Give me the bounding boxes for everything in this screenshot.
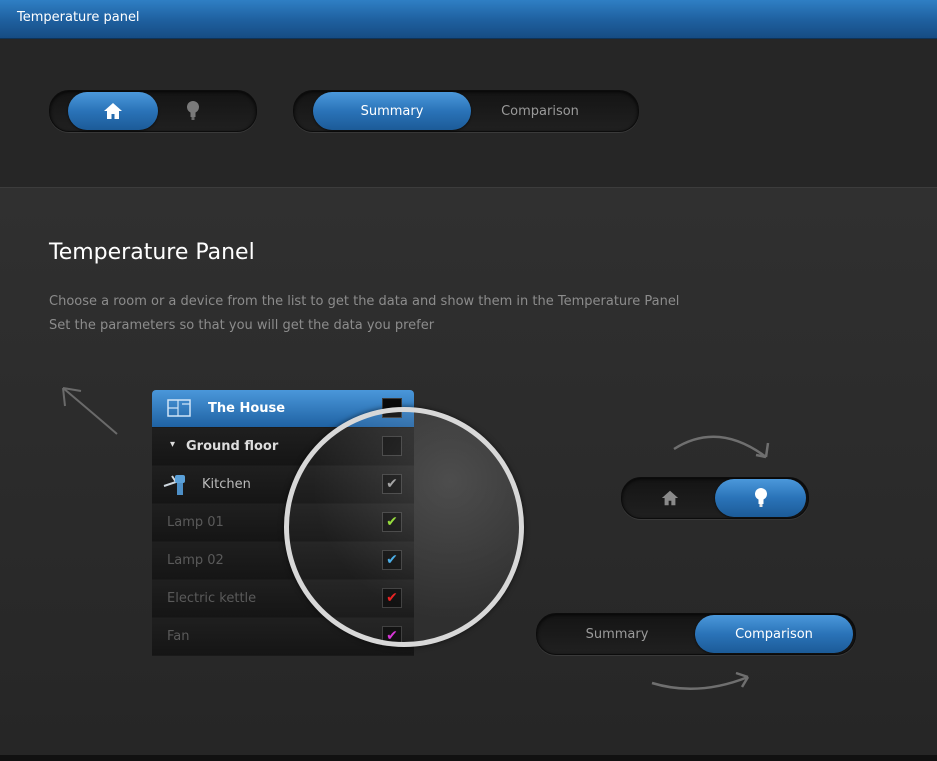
example-summary-tab: Summary xyxy=(585,626,649,642)
comparison-tab[interactable]: Comparison xyxy=(472,92,608,130)
bulb-icon xyxy=(754,488,767,507)
example-device-button xyxy=(715,479,806,517)
example-mode-toggle: Summary Comparison xyxy=(536,613,856,655)
content-area xyxy=(0,188,937,755)
list-item-house: The House xyxy=(152,390,414,428)
chevron-down-icon: ▾ xyxy=(170,439,176,450)
example-comparison-tab: Comparison xyxy=(695,615,853,653)
description-line-1: Choose a room or a device from the list … xyxy=(49,294,680,309)
list-item-device: Lamp 01 ✔ xyxy=(152,504,414,542)
bottom-border xyxy=(0,755,937,761)
device-view-button[interactable] xyxy=(168,92,218,130)
list-item-device: Lamp 02 ✔ xyxy=(152,542,414,580)
house-icon xyxy=(104,103,122,119)
list-item-label: Fan xyxy=(167,629,190,644)
pointer-arrow-icon xyxy=(62,387,118,435)
home-view-button[interactable] xyxy=(68,92,158,130)
device-list-illustration: The House ▾ Ground floor Kitchen ✔ Lamp … xyxy=(152,390,414,656)
kitchen-icon xyxy=(163,475,185,495)
summary-tab[interactable]: Summary xyxy=(313,92,471,130)
list-item-label: Lamp 01 xyxy=(167,515,224,530)
list-item-label: Kitchen xyxy=(202,477,251,492)
list-item-floor: ▾ Ground floor xyxy=(152,428,414,466)
checkbox xyxy=(382,436,402,456)
list-item-device: Electric kettle ✔ xyxy=(152,580,414,618)
window-title: Temperature panel xyxy=(17,10,140,25)
example-home-button xyxy=(640,479,700,517)
checkbox: ✔ xyxy=(382,512,402,532)
curved-arrow-icon xyxy=(651,671,750,690)
house-plan-icon xyxy=(167,399,191,417)
list-item-room: Kitchen ✔ xyxy=(152,466,414,504)
view-toggle xyxy=(49,90,257,132)
checkbox: ✔ xyxy=(382,474,402,494)
bulb-icon xyxy=(187,101,199,120)
list-item-label: The House xyxy=(208,401,286,416)
curved-arrow-icon xyxy=(673,435,770,459)
example-view-toggle xyxy=(621,477,809,519)
mode-toggle: Summary Comparison xyxy=(293,90,639,132)
checkbox: ✔ xyxy=(382,626,402,646)
checkbox: ✔ xyxy=(382,588,402,608)
title-bar: Temperature panel xyxy=(0,0,937,39)
toolbar: Summary Comparison xyxy=(0,39,937,188)
list-item-label: Electric kettle xyxy=(167,591,257,606)
checkbox xyxy=(382,398,402,418)
page-title: Temperature Panel xyxy=(49,240,255,265)
checkbox: ✔ xyxy=(382,550,402,570)
list-item-label: Lamp 02 xyxy=(167,553,224,568)
list-item-label: Ground floor xyxy=(186,439,279,454)
house-icon xyxy=(661,490,679,506)
list-item-device: Fan ✔ xyxy=(152,618,414,656)
description-line-2: Set the parameters so that you will get … xyxy=(49,318,435,333)
